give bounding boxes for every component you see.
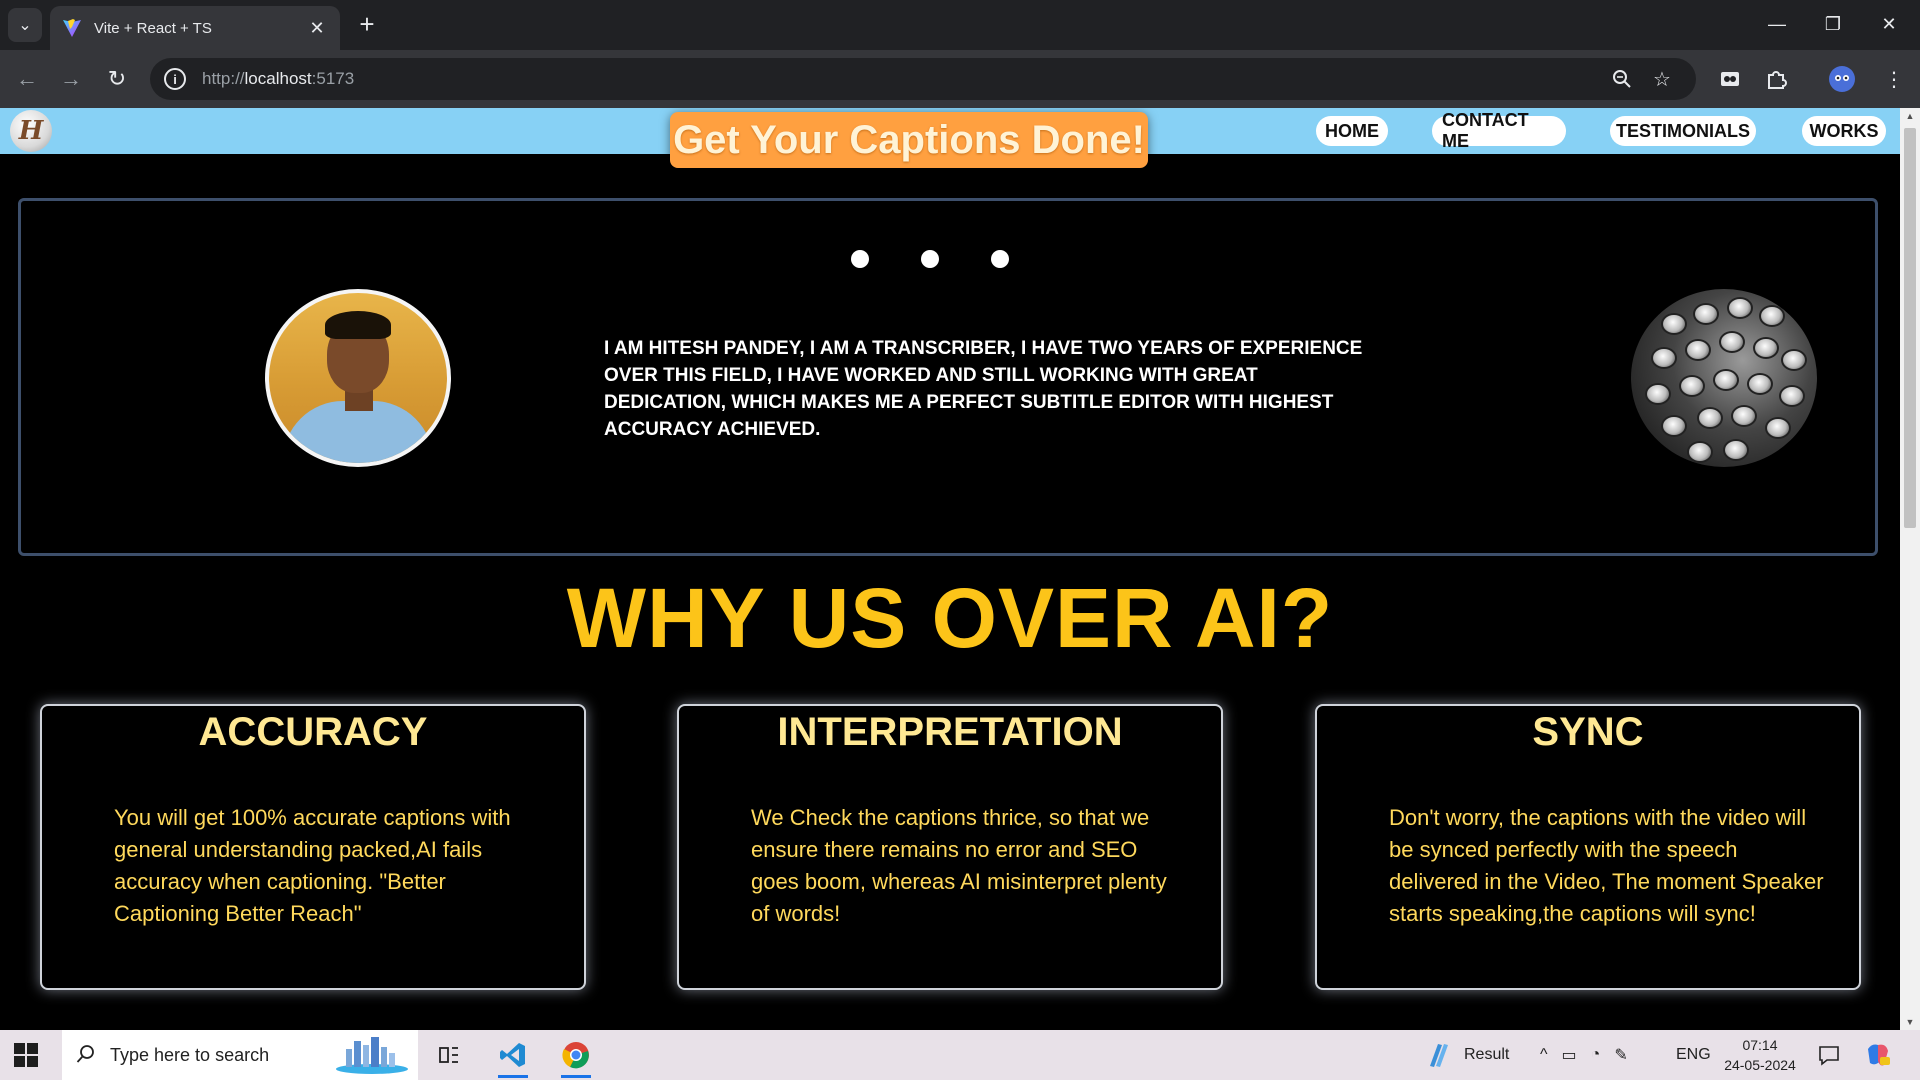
address-bar[interactable]: i http://localhost:5173 ☆ bbox=[150, 58, 1696, 100]
profile-photo bbox=[265, 289, 451, 467]
weather-widget[interactable]: Result bbox=[1424, 1030, 1509, 1080]
card-text: We Check the captions thrice, so that we… bbox=[751, 805, 1167, 926]
extensions-puzzle-icon[interactable] bbox=[1758, 62, 1794, 96]
hero-title: Get Your Captions Done! bbox=[670, 112, 1148, 168]
reload-button[interactable]: ↻ bbox=[100, 62, 134, 96]
taskbar-search[interactable]: Type here to search bbox=[62, 1030, 418, 1080]
close-window-button[interactable]: ✕ bbox=[1866, 8, 1912, 40]
forward-button[interactable]: → bbox=[54, 62, 88, 96]
tab-title: Vite + React + TS bbox=[94, 19, 212, 37]
page-scrollbar[interactable]: ▲ ▼ bbox=[1900, 108, 1920, 1030]
card-title: INTERPRETATION bbox=[777, 710, 1123, 754]
browser-tab-active[interactable]: Vite + React + TS ✕ bbox=[50, 6, 340, 50]
tab-search-button[interactable]: ⌄ bbox=[8, 8, 42, 42]
card-title: SYNC bbox=[1532, 710, 1644, 754]
nav-home[interactable]: HOME bbox=[1316, 116, 1388, 146]
browser-toolbar: ← → ↻ i http://localhost:5173 ☆ ⋮ bbox=[0, 50, 1920, 108]
windows-start-icon[interactable] bbox=[14, 1043, 38, 1067]
carousel-dot-2[interactable] bbox=[921, 250, 939, 268]
wifi-icon[interactable]: ◔ bbox=[1591, 1046, 1601, 1064]
url-host: localhost bbox=[244, 69, 312, 88]
browser-tabbar: ⌄ Vite + React + TS ✕ + — ❐ ✕ bbox=[0, 0, 1920, 50]
url-text[interactable]: http://localhost:5173 bbox=[202, 69, 1602, 89]
clock[interactable]: 07:14 24-05-2024 bbox=[1705, 1035, 1815, 1075]
scroll-down-arrow-icon[interactable]: ▼ bbox=[1900, 1014, 1920, 1030]
vite-favicon-icon bbox=[63, 19, 81, 37]
vscode-app-icon[interactable] bbox=[490, 1035, 536, 1078]
weather-label: Result bbox=[1464, 1046, 1510, 1063]
windows-taskbar: Type here to search Result ^ ▭ ◔ ✎ ENG 0… bbox=[0, 1030, 1920, 1080]
extension-mask-icon[interactable] bbox=[1712, 62, 1748, 96]
task-view-icon[interactable] bbox=[426, 1035, 472, 1075]
scroll-up-arrow-icon[interactable]: ▲ bbox=[1900, 108, 1920, 124]
url-scheme: http:// bbox=[202, 69, 245, 88]
chrome-app-icon[interactable] bbox=[553, 1035, 599, 1078]
carousel-dot-3[interactable] bbox=[991, 250, 1009, 268]
cricket-icon bbox=[1430, 1044, 1448, 1067]
battery-icon[interactable]: ▭ bbox=[1562, 1045, 1577, 1065]
feature-card-accuracy: ACCURACY You will get 100% accurate capt… bbox=[40, 704, 586, 990]
search-highlight-city-icon bbox=[336, 1037, 408, 1074]
notifications-icon[interactable] bbox=[1818, 1030, 1840, 1080]
tray-overflow-chevron-icon[interactable]: ^ bbox=[1540, 1046, 1548, 1064]
feature-card-interpretation: INTERPRETATION We Check the captions thr… bbox=[677, 704, 1223, 990]
profile-avatar-icon[interactable] bbox=[1824, 62, 1860, 96]
scrollbar-thumb[interactable] bbox=[1904, 128, 1916, 528]
site-logo[interactable]: H bbox=[10, 110, 52, 152]
url-port: :5173 bbox=[311, 69, 355, 88]
minimize-button[interactable]: — bbox=[1754, 8, 1800, 40]
why-us-heading: WHY US OVER AI? bbox=[566, 571, 1334, 665]
page-viewport: H HOME CONTACT ME TESTIMONIALS WORKS Get… bbox=[0, 108, 1900, 1030]
new-tab-button[interactable]: + bbox=[352, 10, 382, 40]
tab-close-icon[interactable]: ✕ bbox=[306, 18, 328, 39]
about-text: I AM HITESH PANDEY, I AM A TRANSCRIBER, … bbox=[604, 338, 1363, 440]
copilot-icon[interactable] bbox=[1864, 1030, 1892, 1080]
card-text: You will get 100% accurate captions with… bbox=[114, 805, 511, 926]
site-info-icon[interactable]: i bbox=[164, 68, 186, 90]
nav-works[interactable]: WORKS bbox=[1802, 116, 1886, 146]
card-title: ACCURACY bbox=[198, 710, 428, 754]
pen-icon[interactable]: ✎ bbox=[1614, 1045, 1627, 1065]
search-icon bbox=[76, 1044, 98, 1066]
restore-button[interactable]: ❐ bbox=[1810, 8, 1856, 40]
nav-testimonials[interactable]: TESTIMONIALS bbox=[1610, 116, 1756, 146]
bookmark-star-icon[interactable]: ☆ bbox=[1642, 62, 1682, 96]
clock-date: 24-05-2024 bbox=[1724, 1057, 1796, 1073]
about-section: I AM HITESH PANDEY, I AM A TRANSCRIBER, … bbox=[18, 198, 1878, 556]
browser-menu-icon[interactable]: ⋮ bbox=[1876, 62, 1912, 96]
zoom-icon[interactable] bbox=[1602, 62, 1642, 96]
card-text: Don't worry, the captions with the video… bbox=[1389, 805, 1824, 926]
carousel-dot-1[interactable] bbox=[851, 250, 869, 268]
system-tray: ^ ▭ ◔ ✎ bbox=[1540, 1030, 1628, 1080]
back-button[interactable]: ← bbox=[10, 62, 44, 96]
nav-contact-me[interactable]: CONTACT ME bbox=[1432, 110, 1566, 151]
clock-time: 07:14 bbox=[1742, 1037, 1778, 1053]
feature-card-sync: SYNC Don't worry, the captions with the … bbox=[1315, 704, 1861, 990]
typewriter-keys-image bbox=[1631, 289, 1817, 467]
search-placeholder: Type here to search bbox=[110, 1044, 270, 1065]
